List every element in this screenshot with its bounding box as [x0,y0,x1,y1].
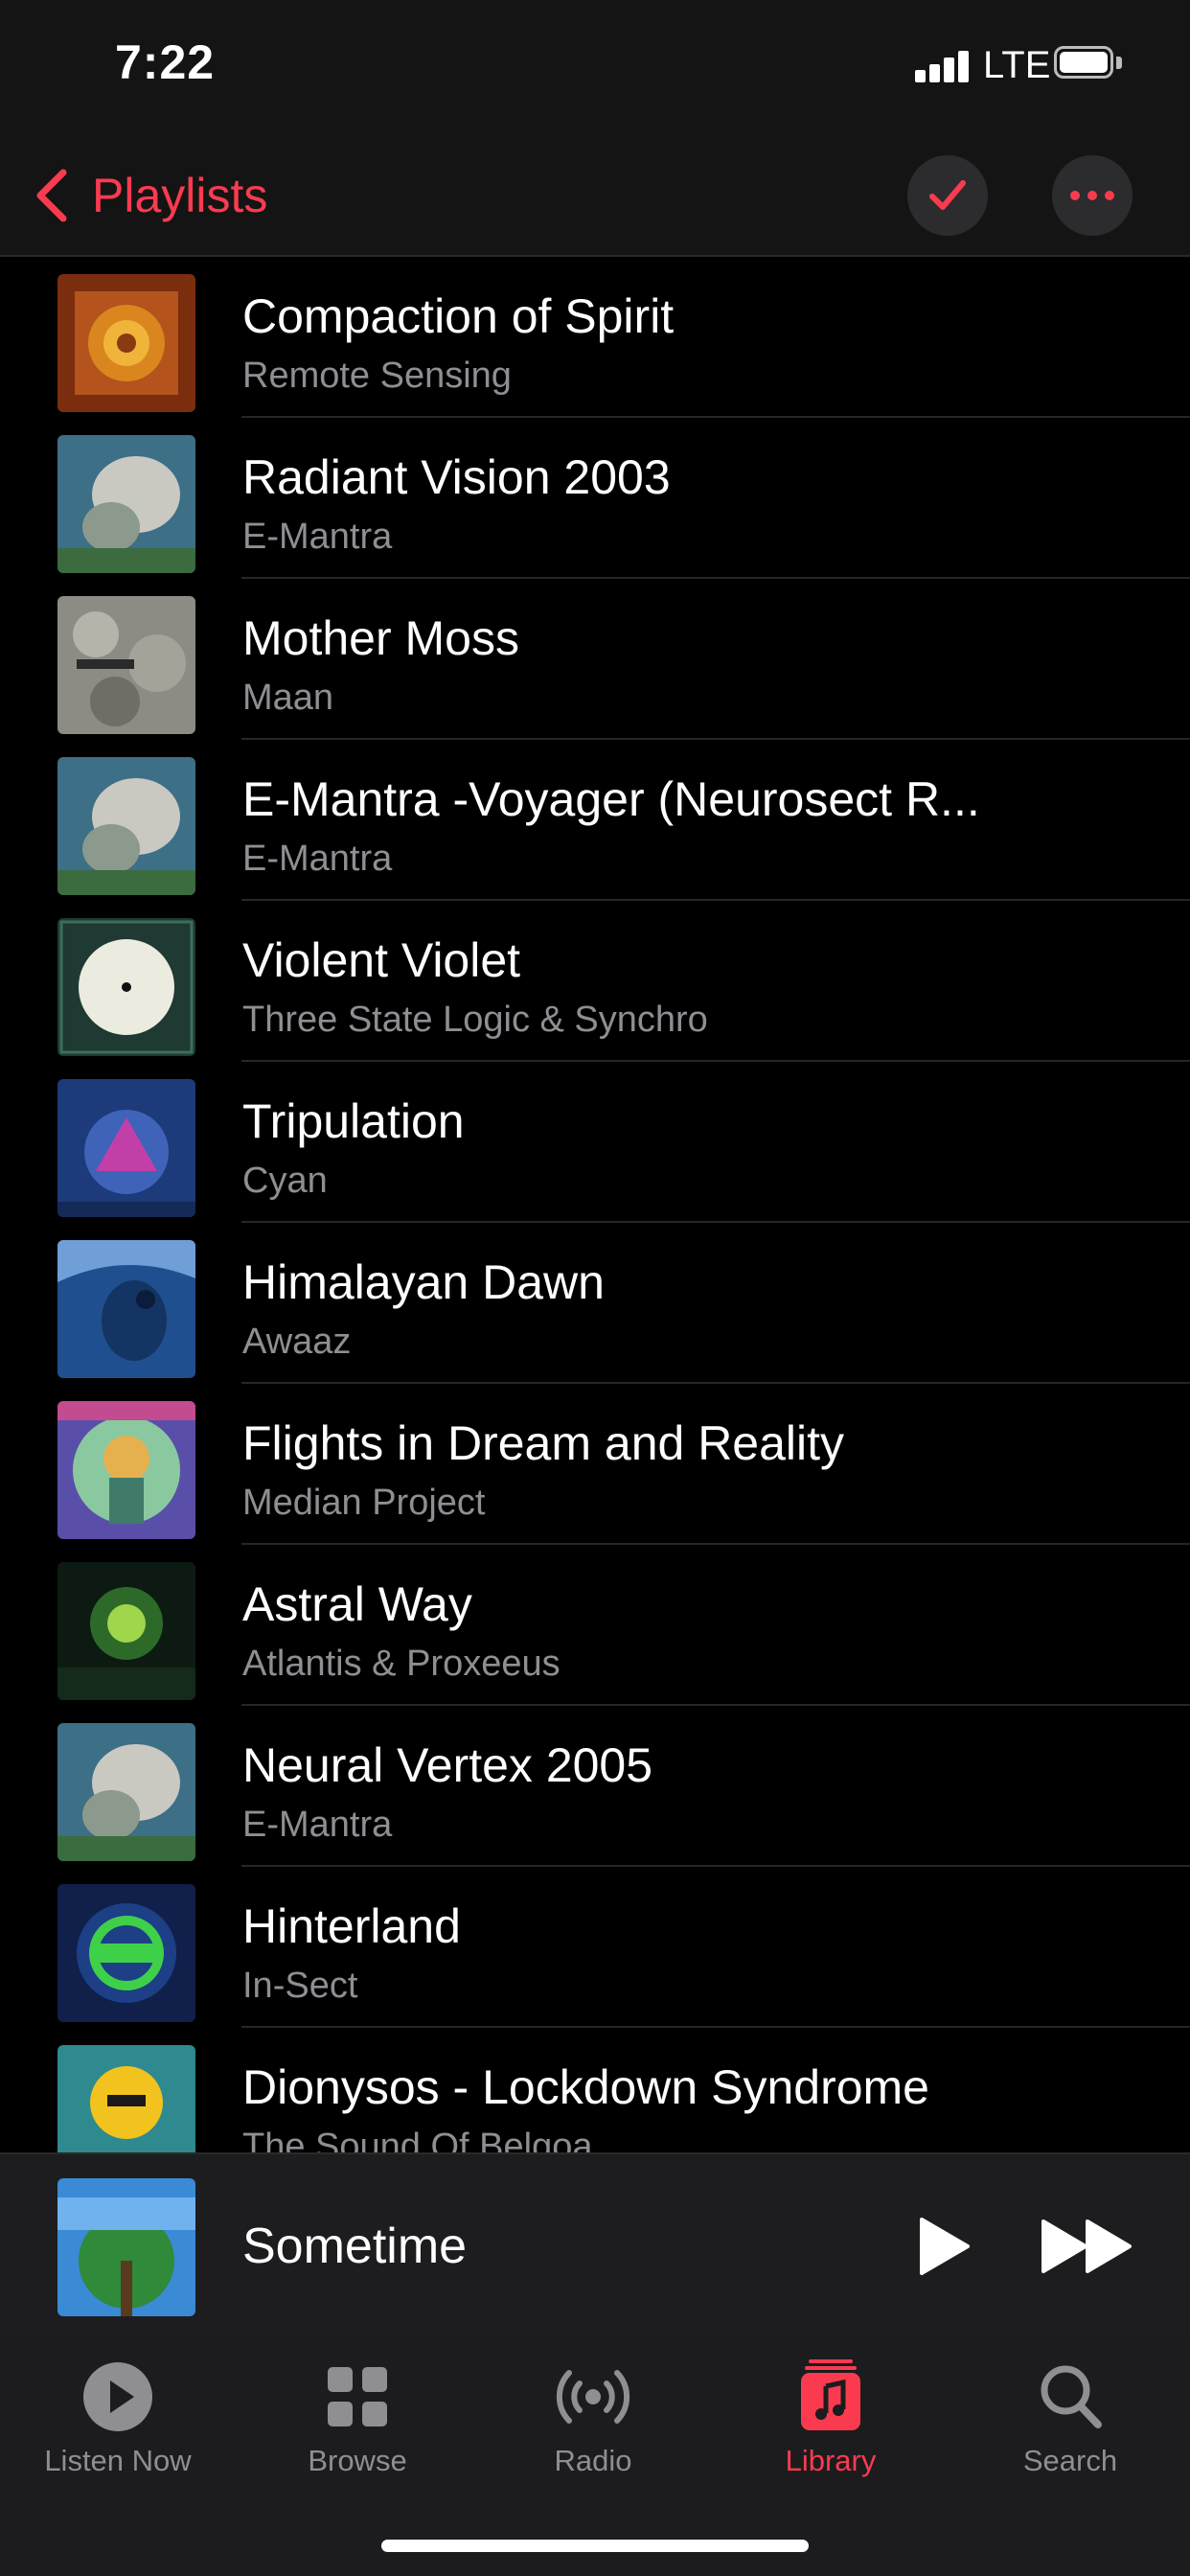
song-title: Dionysos - Lockdown Syndrome [242,2060,929,2114]
album-art [57,1079,195,1217]
now-playing-title: Sometime [242,2219,468,2274]
song-row[interactable]: Hinterland In-Sect [0,1867,1190,2028]
song-title: Radiant Vision 2003 [242,450,671,504]
tab-library[interactable]: Library [721,2354,941,2497]
song-artist: In-Sect [242,1966,358,2006]
song-artist: E-Mantra [242,517,393,557]
song-row[interactable]: Neural Vertex 2005 E-Mantra [0,1706,1190,1867]
song-artist: The Sound Of Belgoa [242,2127,593,2152]
song-row[interactable]: Dionysos - Lockdown Syndrome The Sound O… [0,2028,1190,2152]
search-icon [1041,2365,1102,2428]
song-row[interactable]: Tripulation Cyan [0,1062,1190,1223]
song-title: Astral Way [242,1577,472,1631]
song-row[interactable]: Compaction of Spirit Remote Sensing [0,257,1190,418]
song-row[interactable]: Violent Violet Three State Logic & Synch… [0,901,1190,1062]
album-art [57,2045,195,2152]
status-bar: 7:22 LTE [0,0,1190,134]
song-artist: E-Mantra [242,1805,393,1845]
radio-waves-icon [556,2370,630,2424]
song-row[interactable]: Flights in Dream and Reality Median Proj… [0,1384,1190,1545]
tab-listen-now[interactable]: Listen Now [8,2354,228,2497]
album-art [57,1884,195,2022]
status-time: 7:22 [115,35,216,89]
now-playing-artwork [57,2178,195,2316]
back-button[interactable]: Playlists [33,161,267,230]
tab-label: Library [785,2444,877,2477]
song-row[interactable]: Astral Way Atlantis & Proxeeus [0,1545,1190,1706]
checkmark-icon [929,180,966,210]
song-title: Tripulation [242,1094,465,1148]
tab-search[interactable]: Search [960,2354,1180,2497]
song-artist: Cyan [242,1161,328,1201]
song-title: Flights in Dream and Reality [242,1416,845,1470]
song-artist: Atlantis & Proxeeus [242,1644,561,1684]
song-artist: Awaaz [242,1322,352,1362]
chevron-left-icon [36,169,67,222]
song-row[interactable]: Himalayan Dawn Awaaz [0,1223,1190,1384]
song-title: Mother Moss [242,611,519,665]
song-row[interactable]: Mother Moss Maan [0,579,1190,740]
song-artist: Remote Sensing [242,356,512,396]
album-art [57,1562,195,1700]
song-title: E-Mantra -Voyager (Neurosect R... [242,772,980,826]
song-artist: E-Mantra [242,839,393,879]
song-artist: Median Project [242,1483,486,1523]
tab-browse[interactable]: Browse [247,2354,468,2497]
album-art [57,1240,195,1378]
play-circle-icon [83,2362,152,2431]
grid-icon [328,2367,387,2426]
song-title: Himalayan Dawn [242,1255,605,1309]
home-indicator[interactable] [381,2540,809,2552]
song-title: Violent Violet [242,933,521,987]
ellipsis-icon [1070,191,1114,200]
song-title: Neural Vertex 2005 [242,1738,653,1792]
tab-label: Radio [554,2444,632,2477]
song-title: Compaction of Spirit [242,289,675,343]
tab-label: Browse [308,2444,407,2477]
fast-forward-icon[interactable] [1040,2216,1135,2277]
network-type: LTE [983,44,1051,86]
play-icon[interactable] [912,2216,973,2277]
now-playing-bar[interactable]: Sometime [0,2152,1190,2338]
album-art [57,596,195,734]
song-title: Hinterland [242,1899,461,1953]
album-art [57,757,195,895]
album-art [57,918,195,1056]
album-art [57,1401,195,1539]
tab-radio[interactable]: Radio [483,2354,703,2497]
tab-label: Listen Now [44,2444,192,2477]
navigation-bar: Playlists [0,134,1190,257]
music-note-icon [801,2359,860,2430]
album-art [57,1723,195,1861]
tab-label: Search [1022,2444,1118,2477]
more-options-button[interactable] [1052,155,1133,236]
album-art [57,435,195,573]
song-artist: Maan [242,678,334,718]
select-button[interactable] [907,155,988,236]
back-label: Playlists [92,169,268,222]
album-art [57,274,195,412]
song-list: Compaction of Spirit Remote Sensing Radi… [0,257,1190,2152]
song-row[interactable]: Radiant Vision 2003 E-Mantra [0,418,1190,579]
battery-icon [1054,46,1123,82]
cellular-signal-icon [915,50,969,82]
song-artist: Three State Logic & Synchro [242,1000,708,1040]
song-row[interactable]: E-Mantra -Voyager (Neurosect R... E-Mant… [0,740,1190,901]
